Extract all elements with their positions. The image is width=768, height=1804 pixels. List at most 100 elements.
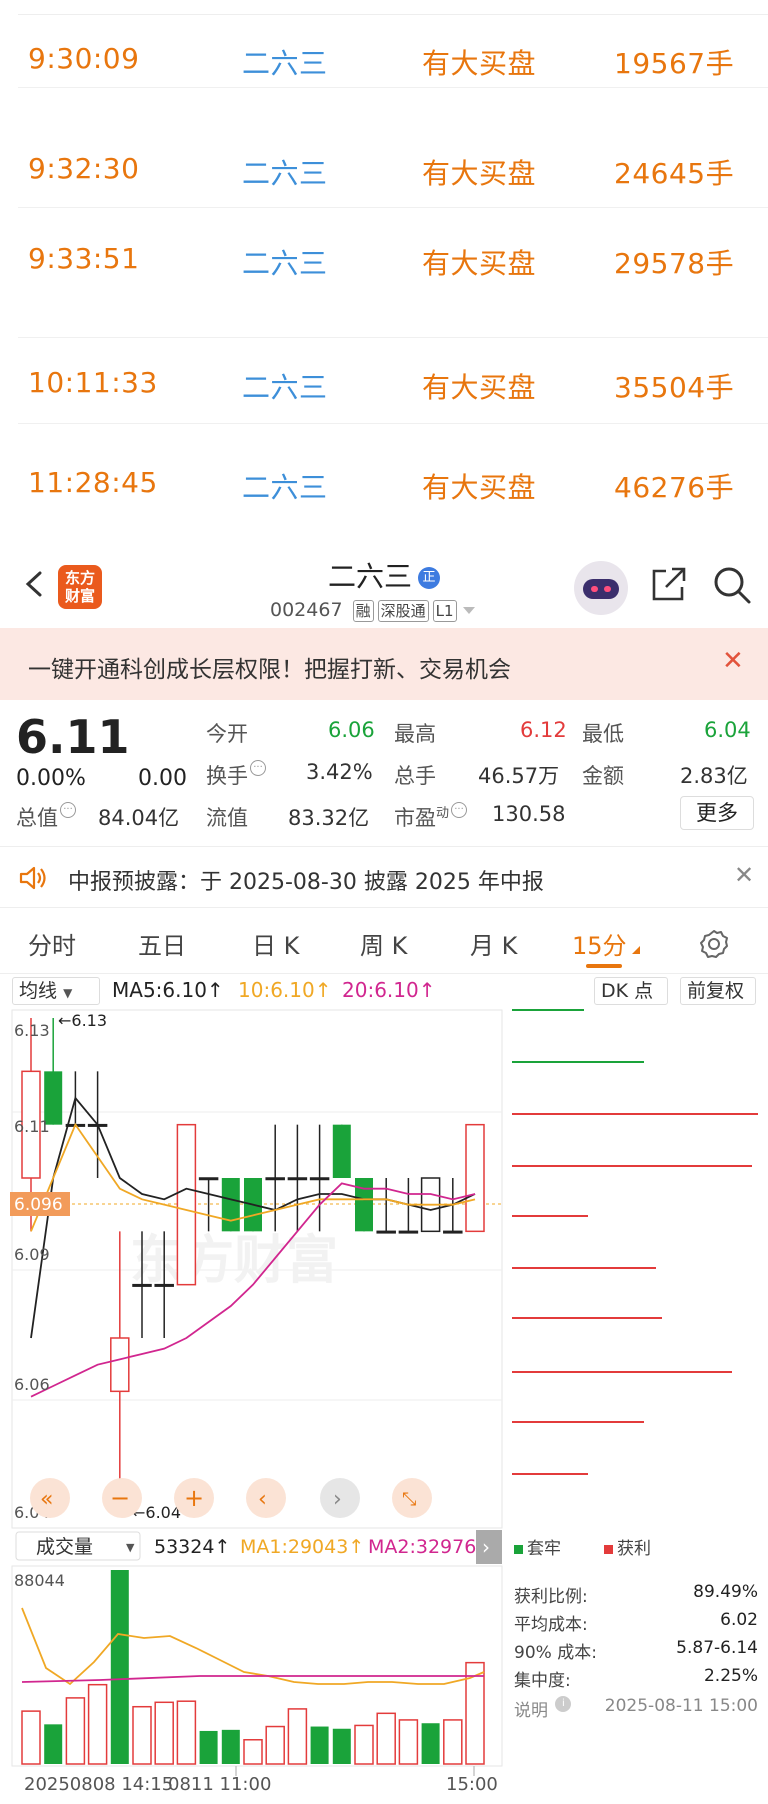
profit-ratio-value: 89.49%	[693, 1582, 758, 1602]
candle-body	[132, 1283, 152, 1287]
candle-body	[221, 1178, 240, 1232]
volume-bar	[398, 1719, 419, 1765]
trade-time: 11:28:45	[28, 466, 158, 499]
notice-text: 中报预披露：于 2025-08-30 披露 2025 年中报	[68, 870, 544, 895]
volume-bar	[354, 1724, 374, 1765]
svg-text:+: +	[184, 1484, 204, 1512]
indicator-label: 均线	[19, 980, 58, 1002]
volume-bars	[21, 1570, 485, 1765]
list-item[interactable]: 9:32:30 二六三 有大买盘 24645手	[18, 138, 768, 208]
float-cap-label: 流值	[206, 806, 248, 830]
market-cap-label-text: 总值	[16, 806, 58, 830]
list-item[interactable]: 10:11:33 二六三 有大买盘 35504手	[18, 352, 768, 424]
stock-code-row[interactable]: 002467 融深股通 L1	[270, 599, 475, 622]
pe-dynamic-mark: 动	[436, 806, 450, 821]
indicator-dropdown[interactable]: 均线 ▼	[12, 977, 100, 1005]
ma5-value: MA5:6.10↑	[112, 978, 224, 1002]
y-label: 6.13	[14, 1021, 50, 1040]
volume-bar	[421, 1723, 440, 1764]
current-price-label: 6.096	[14, 1195, 63, 1215]
chart-toolbar: 均线 ▼ MA5:6.10↑ 10:6.10↑ 20:6.10↑ DK 点 前复…	[0, 974, 768, 1008]
cost90-value: 5.87-6.14	[676, 1638, 758, 1658]
gear-icon[interactable]	[698, 928, 730, 960]
share-icon[interactable]	[650, 565, 688, 603]
speaker-icon	[19, 866, 46, 890]
info-icon[interactable]: ···	[60, 802, 76, 818]
info-icon[interactable]: ···	[250, 760, 266, 776]
volume-bar	[243, 1739, 263, 1765]
turnover-label[interactable]: 换手 ···	[206, 760, 266, 790]
next-button: ›	[320, 1478, 360, 1518]
note-time: 2025-08-11 15:00	[604, 1696, 758, 1716]
candle-body	[110, 1337, 130, 1393]
svg-text:−: −	[110, 1484, 130, 1512]
avg-cost-label: 平均成本:	[514, 1615, 588, 1635]
float-cap-value: 83.32亿	[288, 806, 370, 830]
tab-daily-k[interactable]: 日 K	[252, 926, 299, 961]
volume-max-label: 88044	[14, 1571, 65, 1590]
trade-type: 有大买盘	[422, 47, 537, 80]
svg-text:‹: ‹	[258, 1487, 267, 1512]
list-item[interactable]: 9:30:09 二六三 有大买盘 19567手	[18, 28, 768, 88]
volume-indicator: 成交量	[36, 1536, 93, 1558]
volume-bar	[265, 1725, 285, 1765]
adjust-dropdown[interactable]: 前复权	[680, 977, 756, 1005]
search-icon[interactable]	[712, 565, 752, 605]
pe-label-text: 市盈	[394, 806, 436, 830]
tab-monthly-k[interactable]: 月 K	[470, 926, 517, 961]
svg-text:«: «	[40, 1487, 53, 1512]
info-icon[interactable]: i	[555, 1696, 572, 1712]
note-link[interactable]: 说明 i	[514, 1696, 572, 1721]
change-amount: 0.00	[138, 766, 187, 791]
tab-five-day[interactable]: 五日	[138, 926, 186, 961]
pe-label[interactable]: 市盈动 ···	[394, 802, 468, 832]
profit-ratio-label: 获利比例:	[514, 1587, 588, 1607]
volume-label: 总手	[394, 764, 436, 788]
chevron-down-icon	[462, 607, 475, 614]
stock-name[interactable]: 二六三	[242, 242, 328, 282]
legend-trapped: 套牢	[514, 1534, 561, 1559]
tab-intraday[interactable]: 分时	[28, 926, 76, 961]
market-cap-label[interactable]: 总值 ···	[16, 802, 76, 832]
ai-assistant-icon[interactable]	[574, 561, 628, 615]
info-icon[interactable]: ···	[451, 802, 468, 818]
zoom-in-button: +	[174, 1478, 214, 1518]
dk-dropdown[interactable]: DK 点	[594, 977, 668, 1005]
tab-15min[interactable]: 15分	[572, 926, 627, 961]
volume-bar	[310, 1726, 329, 1764]
list-item[interactable]: 9:33:51 二六三 有大买盘 29578手	[18, 228, 768, 338]
quote-panel: 6.11 0.00% 0.00 今开 6.06 最高 6.12 最低 6.04 …	[0, 700, 768, 842]
x-label: 20250808 14:15	[24, 1774, 173, 1795]
report-notice[interactable]: 中报预披露：于 2025-08-30 披露 2025 年中报 ✕	[0, 846, 768, 908]
volume-bar	[199, 1730, 218, 1764]
stock-name[interactable]: 二六三	[242, 152, 328, 192]
volume-value: 53324↑	[154, 1536, 230, 1558]
trade-volume: 29578手	[614, 247, 735, 280]
y-label: 6.11	[14, 1117, 50, 1136]
ma10-value: 10:6.10↑	[238, 978, 332, 1002]
chip-stats-panel: 套牢 获利 获利比例: 89.49% 平均成本: 6.02 90% 成本: 5.…	[504, 1528, 768, 1728]
volume-bar	[21, 1710, 41, 1765]
volume-bar	[287, 1708, 308, 1765]
candle-body	[398, 1230, 419, 1234]
svg-text:›: ›	[333, 1487, 342, 1512]
close-icon[interactable]: ✕	[722, 646, 744, 676]
tab-weekly-k[interactable]: 周 K	[360, 926, 407, 961]
more-button[interactable]: 更多	[680, 796, 754, 830]
chip-distribution	[512, 1009, 758, 1475]
stock-name[interactable]: 二六三	[242, 366, 328, 406]
promo-banner[interactable]: 一键开通科创成长层权限！把握打新、交易机会 ✕	[0, 628, 768, 700]
legend-swatch	[604, 1544, 613, 1554]
vol-ma2-line	[21, 1675, 484, 1683]
turnover-value: 3.42%	[306, 760, 373, 784]
pe-value: 130.58	[492, 802, 566, 826]
stock-name[interactable]: 二六三	[242, 42, 328, 82]
high-value: 6.12	[520, 718, 567, 742]
volume-bar	[221, 1729, 240, 1764]
stock-code: 002467	[270, 599, 343, 621]
candle-body	[376, 1230, 396, 1234]
stock-name[interactable]: 二六三	[242, 466, 328, 506]
close-icon[interactable]: ✕	[734, 861, 754, 889]
high-label: 最高	[394, 722, 436, 746]
list-item[interactable]: 11:28:45 二六三 有大买盘 46276手	[18, 452, 768, 512]
